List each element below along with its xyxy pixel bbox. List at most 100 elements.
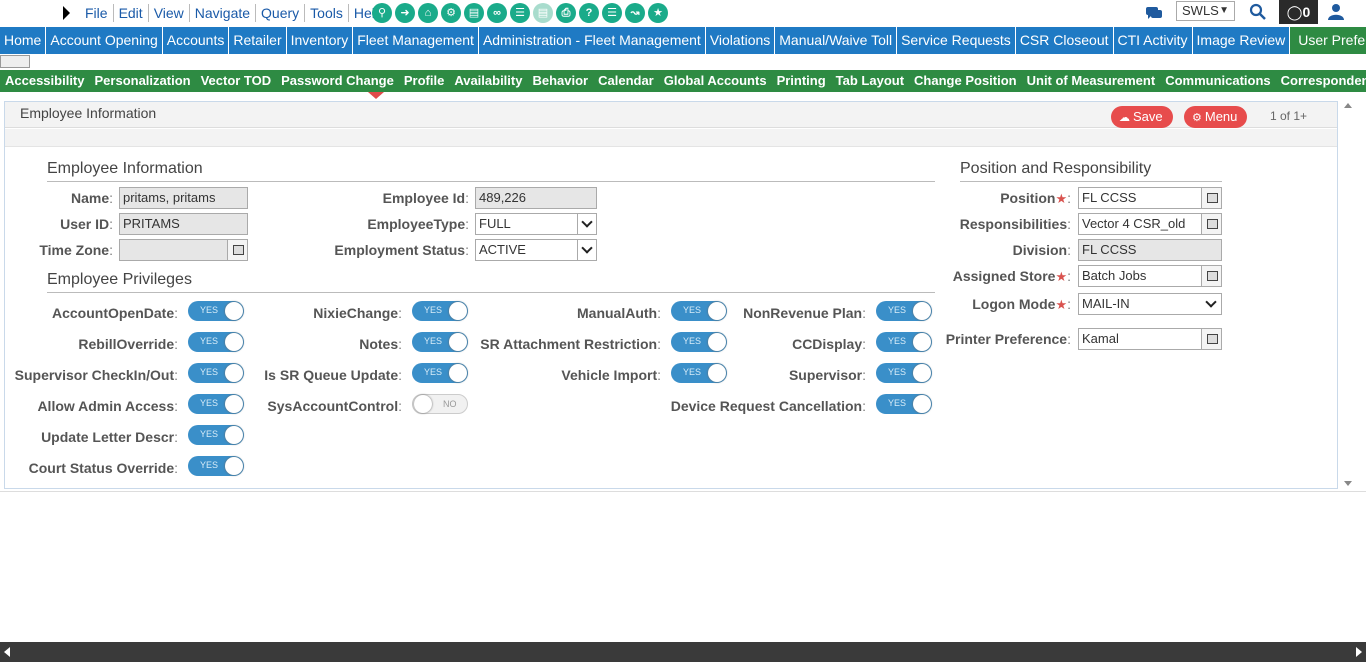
toggle-manual-auth[interactable]: YES	[671, 301, 727, 321]
list-alt-icon[interactable]: ☰	[602, 3, 622, 23]
employment-status-select[interactable]: ACTIVE	[475, 239, 597, 261]
nav-image-review[interactable]: Image Review	[1192, 27, 1290, 54]
menu-expand-arrow-icon[interactable]	[63, 6, 70, 20]
menu-query[interactable]: Query	[256, 4, 306, 22]
employee-info-title: Employee Information	[47, 160, 203, 177]
toggle-sys-account-control[interactable]: NO	[412, 394, 468, 414]
user-icon[interactable]	[1326, 3, 1346, 21]
subnav-unit-of-measurement[interactable]: Unit of Measurement	[1022, 70, 1161, 92]
list-icon[interactable]: ☰	[510, 3, 530, 23]
lookup-icon[interactable]	[1201, 266, 1221, 286]
print-icon[interactable]: ⎙	[556, 3, 576, 23]
toggle-ccdisplay[interactable]: YES	[876, 332, 932, 352]
horizontal-scrollbar[interactable]	[0, 642, 1366, 662]
subnav-global-accounts[interactable]: Global Accounts	[659, 70, 772, 92]
star-icon[interactable]: ★	[648, 3, 668, 23]
nav-retailer[interactable]: Retailer	[229, 27, 286, 54]
subnav-accessibility[interactable]: Accessibility	[5, 70, 90, 92]
menu-navigate[interactable]: Navigate	[190, 4, 257, 22]
toggle-sr-queue-update[interactable]: YES	[412, 363, 468, 383]
printer-preference-field[interactable]: Kamal	[1078, 328, 1222, 350]
subnav-behavior[interactable]: Behavior	[527, 70, 593, 92]
menu-view[interactable]: View	[149, 4, 190, 22]
nav-service-requests[interactable]: Service Requests	[897, 27, 1015, 54]
toggle-court-status-override[interactable]: YES	[188, 456, 244, 476]
forward-icon[interactable]: ➜	[395, 3, 415, 23]
site-select[interactable]: SWLS ▼	[1176, 1, 1235, 21]
menu-button[interactable]: ⚙ Menu	[1184, 106, 1248, 128]
home-icon[interactable]: ⌂	[418, 3, 438, 23]
nav-home[interactable]: Home	[0, 27, 46, 54]
subnav-printing[interactable]: Printing	[772, 70, 831, 92]
global-search-icon[interactable]	[1249, 3, 1267, 21]
position-field[interactable]: FL CCSS	[1078, 187, 1222, 209]
lookup-icon[interactable]	[227, 240, 247, 260]
toggle-update-letter-descr[interactable]: YES	[188, 425, 244, 445]
chart-icon[interactable]: ↝	[625, 3, 645, 23]
toggle-state: YES	[200, 429, 219, 439]
clipboard-icon[interactable]: ▤	[464, 3, 484, 23]
subnav-calendar[interactable]: Calendar	[593, 70, 659, 92]
scroll-left-icon[interactable]	[4, 647, 10, 657]
scroll-down-icon[interactable]	[1344, 481, 1352, 486]
employee-type-select[interactable]: FULL	[475, 213, 597, 235]
privilege-label: Device Request Cancellation:	[670, 398, 866, 414]
assigned-store-field[interactable]: Batch Jobs	[1078, 265, 1222, 287]
subnav-correspondence[interactable]: Correspondence	[1276, 70, 1366, 92]
emptype-label-text: EmployeeType	[367, 216, 466, 232]
nav-manual-waive-toll[interactable]: Manual/Waive Toll	[775, 27, 897, 54]
subnav-communications[interactable]: Communications	[1160, 70, 1275, 92]
menu-edit[interactable]: Edit	[114, 4, 149, 22]
menu-file[interactable]: File	[80, 4, 114, 22]
privilege-label-text: Is SR Queue Update	[264, 367, 399, 383]
menu-tools[interactable]: Tools	[305, 4, 349, 22]
privilege-label-text: Device Request Cancellation	[670, 398, 863, 414]
toggle-vehicle-import[interactable]: YES	[671, 363, 727, 383]
toggle-supervisor[interactable]: YES	[876, 363, 932, 383]
toggle-device-request-cancellation[interactable]: YES	[876, 394, 932, 414]
nav-violations[interactable]: Violations	[705, 27, 775, 54]
subnav-profile[interactable]: Profile	[399, 70, 449, 92]
document-icon[interactable]: ▤	[533, 3, 553, 23]
lookup-icon[interactable]	[1201, 214, 1221, 234]
subnav-password-change[interactable]: Password Change	[276, 70, 399, 92]
privilege-label-text: CCDisplay	[792, 336, 863, 352]
toggle-sr-attachment-restriction[interactable]: YES	[671, 332, 727, 352]
nav-admin-fleet-management[interactable]: Administration - Fleet Management	[478, 27, 705, 54]
help-icon[interactable]: ?	[579, 3, 599, 23]
subnav-personalization[interactable]: Personalization	[90, 70, 196, 92]
scroll-up-icon[interactable]	[1344, 103, 1352, 108]
nav-user-preferences[interactable]: User Preferences	[1290, 27, 1366, 54]
lookup-icon[interactable]	[1201, 329, 1221, 349]
nav-fleet-management[interactable]: Fleet Management	[353, 27, 478, 54]
privilege-label: Supervisor CheckIn/Out:	[14, 367, 178, 383]
toggle-nixie-change[interactable]: YES	[412, 301, 468, 321]
toggle-nonrevenue-plan[interactable]: YES	[876, 301, 932, 321]
nav-overflow-tab[interactable]	[0, 55, 30, 68]
lookup-icon[interactable]	[1201, 188, 1221, 208]
save-button[interactable]: ☁ Save	[1111, 106, 1173, 128]
scroll-right-icon[interactable]	[1356, 647, 1362, 657]
search-icon[interactable]: ⚲	[372, 3, 392, 23]
nav-inventory[interactable]: Inventory	[286, 27, 353, 54]
timezone-field[interactable]	[119, 239, 248, 261]
notifications-button[interactable]: ◯0	[1279, 0, 1318, 24]
subnav-change-position[interactable]: Change Position	[909, 70, 1022, 92]
subnav-tab-layout[interactable]: Tab Layout	[831, 70, 909, 92]
chat-icon[interactable]	[1145, 5, 1163, 21]
notification-count: 0	[1302, 4, 1311, 20]
toggle-knob	[708, 364, 726, 382]
nav-account-opening[interactable]: Account Opening	[46, 27, 162, 54]
logon-mode-select[interactable]: MAIL-IN	[1078, 293, 1222, 315]
key-icon[interactable]: ⚙	[441, 3, 461, 23]
privilege-label: Update Letter Descr:	[41, 429, 178, 445]
nav-accounts[interactable]: Accounts	[162, 27, 229, 54]
nav-csr-closeout[interactable]: CSR Closeout	[1015, 27, 1113, 54]
link-icon[interactable]: ∞	[487, 3, 507, 23]
vertical-scrollbar[interactable]	[1342, 101, 1354, 491]
division-label-text: Division	[1012, 242, 1068, 258]
nav-cti-activity[interactable]: CTI Activity	[1113, 27, 1192, 54]
subnav-availability[interactable]: Availability	[449, 70, 527, 92]
responsibilities-field[interactable]: Vector 4 CSR_old	[1078, 213, 1222, 235]
subnav-vector-tod[interactable]: Vector TOD	[196, 70, 277, 92]
